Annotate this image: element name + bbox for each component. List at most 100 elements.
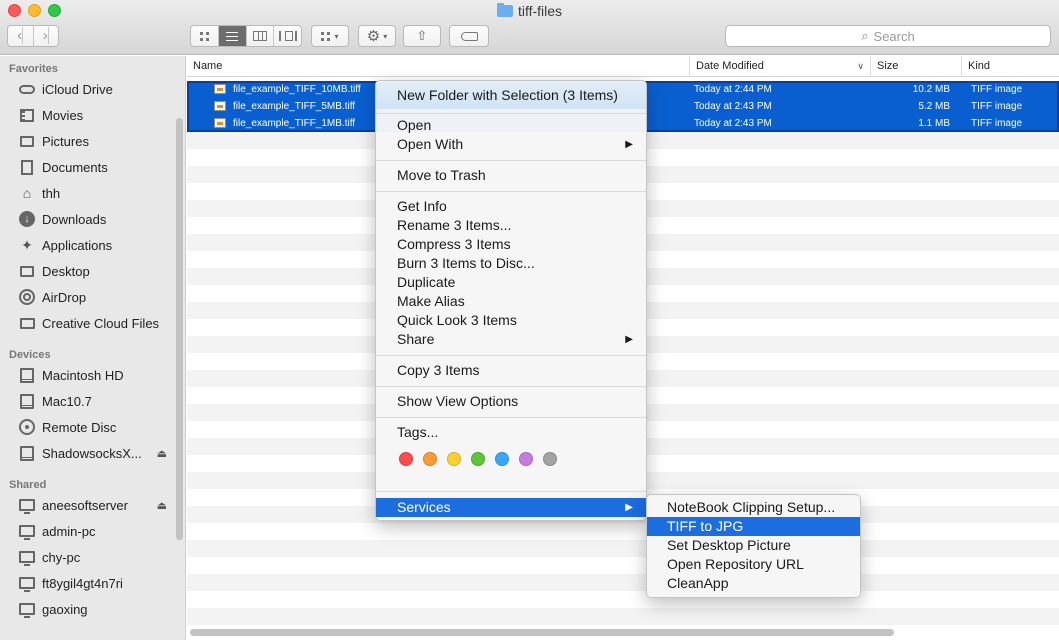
tag-color-dot[interactable] [519,452,533,466]
chevron-right-icon: › [42,27,49,44]
computer-icon [19,551,35,566]
tag-color-dot[interactable] [543,452,557,466]
sidebar-item-movies[interactable]: Movies [0,102,185,128]
cover-flow-icon [278,31,297,41]
menu-separator [376,355,646,356]
sidebar-item-downloads[interactable]: ↓ Downloads [0,206,185,232]
menu-item-rename[interactable]: Rename 3 Items... [376,216,646,235]
sidebar-item-aneesoftserver[interactable]: aneesoftserver ⏏ [0,492,185,518]
action-button[interactable]: ⚙ ▾ [358,25,396,47]
sidebar-item-desktop[interactable]: Desktop [0,258,185,284]
column-view-button[interactable] [247,26,275,46]
sidebar-item-creative-cloud-files[interactable]: Creative Cloud Files [0,310,185,336]
share-button[interactable]: ⇧ [403,25,441,47]
camera-icon [20,135,34,147]
menu-item-share[interactable]: Share ▶ [376,330,646,349]
menu-item-tiff-to-jpg[interactable]: TIFF to JPG [647,517,860,536]
grid-icon [199,31,209,41]
column-header-kind[interactable]: Kind [961,56,1059,77]
tag-color-dot[interactable] [423,452,437,466]
sidebar-item-pictures[interactable]: Pictures [0,128,185,154]
menu-item-open-with[interactable]: Open With ▶ [376,135,646,154]
sidebar-item-applications[interactable]: ✦ Applications [0,232,185,258]
chevron-down-icon: ▾ [383,31,388,41]
sidebar-scrollbar[interactable] [176,118,183,540]
menu-item-set-desktop-picture[interactable]: Set Desktop Picture [647,536,860,555]
chevron-left-icon: ‹ [17,27,24,44]
arrange-button[interactable]: ▾ [311,25,349,47]
cover-flow-button[interactable] [274,26,301,46]
search-icon: ⌕ [861,28,869,43]
edit-tags-button[interactable] [449,25,489,47]
tag-color-dot[interactable] [447,452,461,466]
file-size: 5.2 MB [918,101,950,112]
sidebar-item-mac10-7[interactable]: Mac10.7 [0,388,185,414]
eject-icon[interactable]: ⏏ [157,499,167,512]
menu-item-compress[interactable]: Compress 3 Items [376,235,646,254]
file-name: file_example_TIFF_10MB.tiff [233,84,361,95]
folder-icon [19,317,35,329]
back-button[interactable]: ‹ [8,26,34,46]
file-size: 1.1 MB [918,118,950,129]
menu-item-tags[interactable]: Tags... [376,423,646,442]
download-icon: ↓ [19,211,35,227]
sidebar-item-shadowsocksx[interactable]: ShadowsocksX... ⏏ [0,440,185,466]
sidebar-item-remote-disc[interactable]: Remote Disc [0,414,185,440]
view-mode-selector [190,25,302,47]
sidebar-item-admin-pc[interactable]: admin-pc [0,518,185,544]
menu-item-duplicate[interactable]: Duplicate [376,273,646,292]
submenu-arrow-icon: ▶ [625,502,633,513]
menu-item-copy[interactable]: Copy 3 Items [376,361,646,380]
menu-item-burn[interactable]: Burn 3 Items to Disc... [376,254,646,273]
icon-view-button[interactable] [191,26,219,46]
menu-item-show-view-options[interactable]: Show View Options [376,392,646,411]
menu-separator [376,160,646,161]
sidebar-item-airdrop[interactable]: AirDrop [0,284,185,310]
menu-item-move-to-trash[interactable]: Move to Trash [376,166,646,185]
file-name: file_example_TIFF_1MB.tiff [233,118,356,129]
sidebar-item-chy-pc[interactable]: chy-pc [0,544,185,570]
menu-separator [376,113,646,114]
menu-item-cleanapp[interactable]: CleanApp [647,574,860,593]
search-field[interactable]: ⌕ Search [725,25,1051,47]
home-icon: ⌂ [22,185,32,201]
file-date: Today at 2:44 PM [694,84,772,95]
sidebar-item-gaoxing[interactable]: gaoxing [0,596,185,622]
menu-item-quick-look[interactable]: Quick Look 3 Items [376,311,646,330]
search-placeholder: Search [873,28,915,44]
menu-item-open-repository-url[interactable]: Open Repository URL [647,555,860,574]
menu-separator [376,417,646,418]
folder-icon [496,3,513,17]
tag-color-dot[interactable] [471,452,485,466]
sidebar-item-icloud-drive[interactable]: iCloud Drive [0,76,185,102]
menu-separator [376,491,646,492]
sidebar-item-macintosh-hd[interactable]: Macintosh HD [0,362,185,388]
sidebar-item-ft8ygil4gt4n7ri[interactable]: ft8ygil4gt4n7ri [0,570,185,596]
sidebar-item-documents[interactable]: Documents [0,154,185,180]
tag-color-dot[interactable] [399,452,413,466]
tag-color-dot[interactable] [495,452,509,466]
cloud-icon [19,84,35,94]
horizontal-scrollbar[interactable] [190,629,894,636]
menu-item-notebook-clipping-setup[interactable]: NoteBook Clipping Setup... [647,498,860,517]
list-icon [226,31,239,41]
sidebar-section-shared: Shared [9,479,47,491]
eject-icon[interactable]: ⏏ [157,447,167,460]
tiff-file-icon [214,101,226,111]
menu-item-new-folder-with-selection[interactable]: New Folder with Selection (3 Items) [376,82,646,109]
submenu-arrow-icon: ▶ [625,334,633,345]
list-view-button[interactable] [218,26,247,46]
menu-item-make-alias[interactable]: Make Alias [376,292,646,311]
chevron-down-icon: ▾ [334,31,339,41]
column-header-date-modified[interactable]: Date Modified ∨ [689,56,870,77]
menu-separator [376,386,646,387]
column-header-name[interactable]: Name [187,56,685,77]
sort-descending-icon: ∨ [857,61,864,71]
menu-item-open[interactable]: Open [376,116,646,135]
forward-button[interactable]: › [34,26,59,46]
column-header-size[interactable]: Size [870,56,961,77]
gear-icon: ⚙ [366,28,381,45]
menu-item-services[interactable]: Services ▶ [376,498,646,517]
sidebar-item-thh[interactable]: ⌂ thh [0,180,185,206]
menu-item-get-info[interactable]: Get Info [376,197,646,216]
